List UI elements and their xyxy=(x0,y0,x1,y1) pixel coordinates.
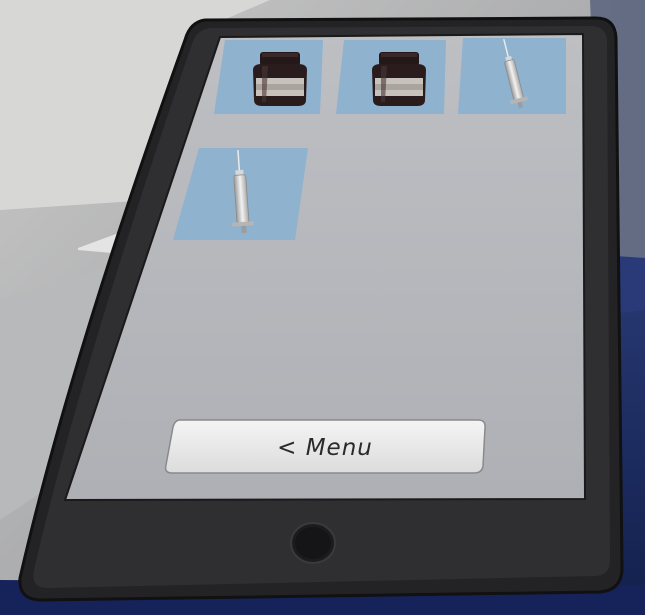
menu-button[interactable]: < Menu xyxy=(164,419,486,474)
game-scene: < Menu xyxy=(0,0,645,615)
medicine-jar-icon xyxy=(253,52,307,106)
inventory-slot[interactable] xyxy=(458,37,566,114)
inventory-slot[interactable] xyxy=(214,40,323,114)
medicine-jar-icon xyxy=(372,52,426,106)
home-button[interactable] xyxy=(290,522,336,564)
menu-button-label: < Menu xyxy=(277,435,373,461)
inventory-slot[interactable] xyxy=(336,40,446,114)
